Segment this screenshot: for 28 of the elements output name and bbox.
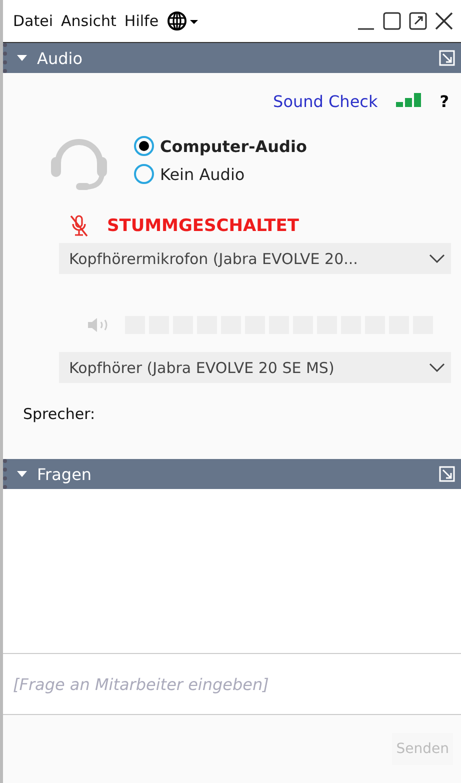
undock-icon[interactable] xyxy=(439,466,455,482)
expand-arrow-icon[interactable] xyxy=(17,53,27,63)
panel-title: Fragen xyxy=(37,464,93,484)
help-button[interactable]: ? xyxy=(440,92,449,110)
radio-option[interactable]: Kein Audio xyxy=(134,164,307,184)
popout-icon[interactable] xyxy=(409,12,427,30)
expand-arrow-icon[interactable] xyxy=(17,469,27,479)
muted-microphone-icon[interactable] xyxy=(69,215,89,237)
panel-header[interactable]: Audio xyxy=(3,43,461,73)
menu-item[interactable]: Hilfe xyxy=(124,12,159,30)
question-input[interactable]: [Frage an Mitarbeiter eingeben] xyxy=(3,653,461,715)
panel-header[interactable]: Fragen xyxy=(3,459,461,489)
undock-icon[interactable] xyxy=(439,50,455,66)
microphone-dropdown[interactable]: Kopfhörermikrofon (Jabra EVOLVE 20... xyxy=(59,243,451,274)
mute-status: STUMMGESCHALTET xyxy=(107,216,299,236)
speaking-label: Sprecher: xyxy=(23,405,96,423)
sound-check-link[interactable]: Sound Check xyxy=(273,92,378,110)
signal-bars-icon xyxy=(396,93,422,109)
chevron-icon xyxy=(429,362,445,372)
radio-option[interactable]: Computer-Audio xyxy=(134,136,307,156)
speaker-dropdown[interactable]: Kopfhörer (Jabra EVOLVE 20 SE MS) xyxy=(59,352,451,383)
menu-item[interactable]: Datei xyxy=(13,12,54,30)
menu-item[interactable]: Ansicht xyxy=(61,12,116,30)
close-icon[interactable] xyxy=(435,12,453,30)
chevron-icon xyxy=(429,254,445,264)
globe-icon[interactable] xyxy=(166,11,201,31)
maximize-icon[interactable] xyxy=(383,12,401,30)
panel-title: Audio xyxy=(37,48,84,68)
